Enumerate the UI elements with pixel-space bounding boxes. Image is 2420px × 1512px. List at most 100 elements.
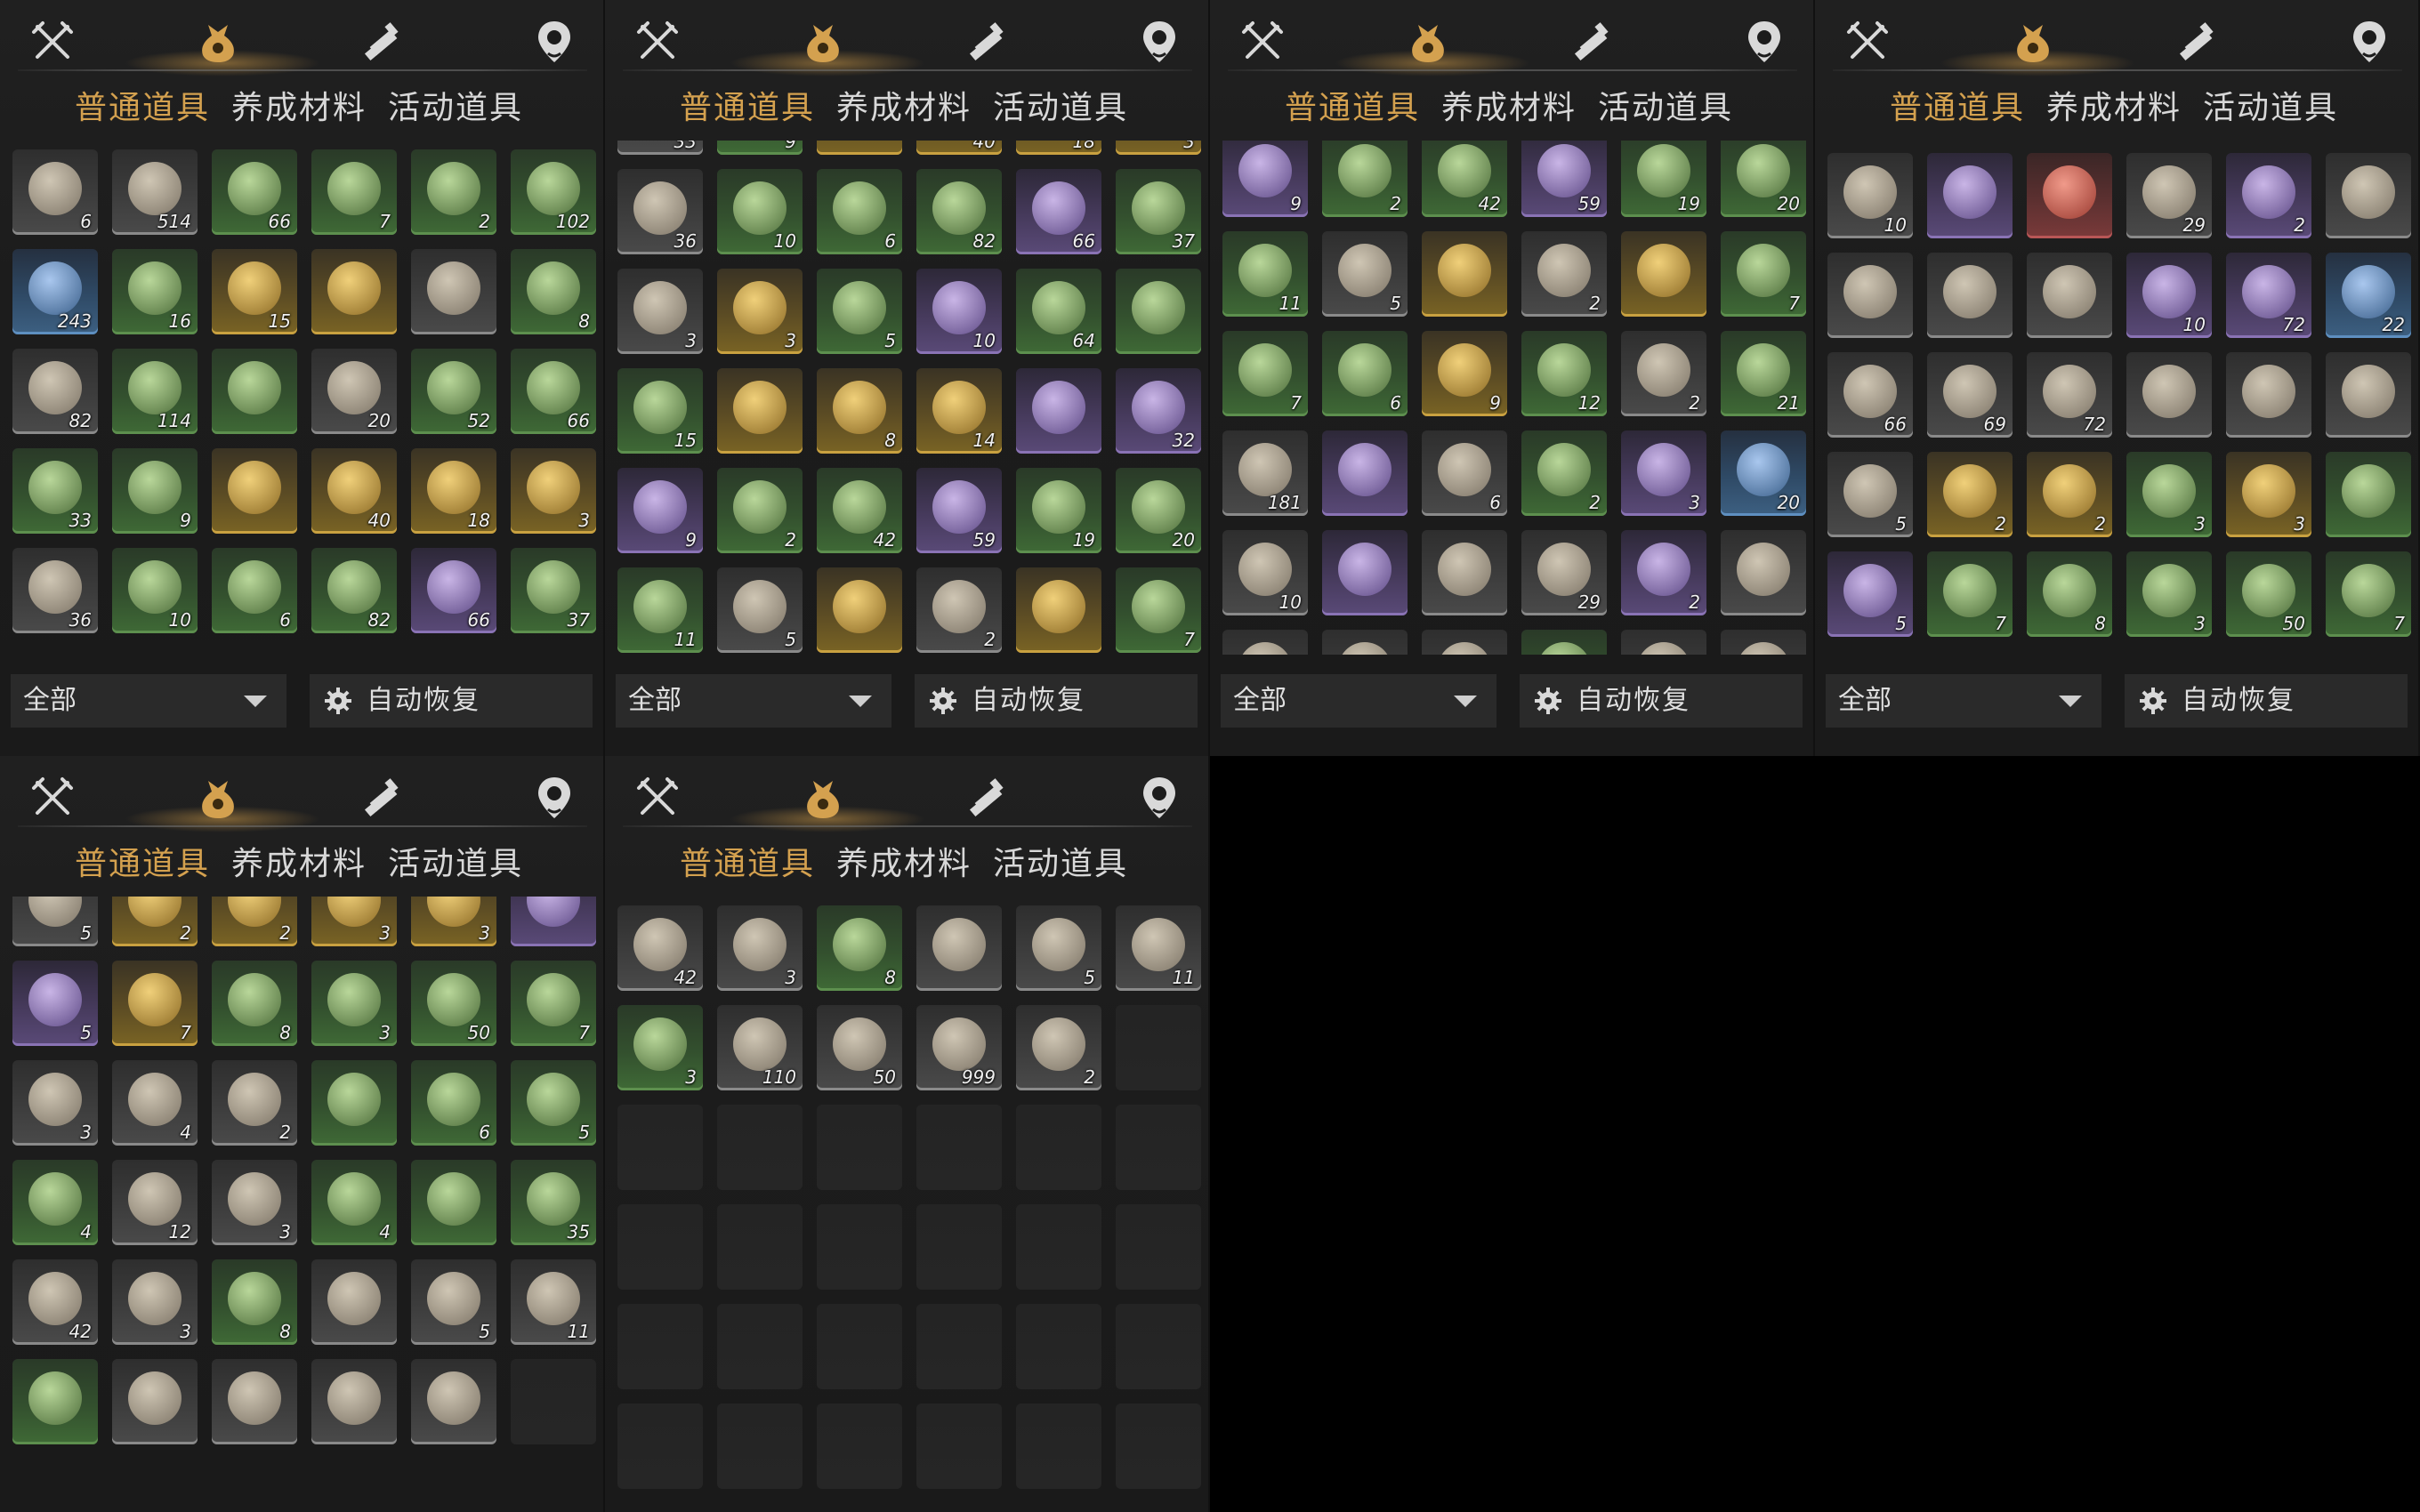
item-slot[interactable]: 29 bbox=[1521, 530, 1607, 615]
tab-event-items[interactable]: 活动道具 bbox=[388, 82, 523, 135]
item-slot[interactable] bbox=[411, 1160, 496, 1245]
item-slot[interactable]: 6 bbox=[12, 149, 98, 235]
item-slot[interactable] bbox=[2027, 253, 2112, 338]
item-slot[interactable]: 42 bbox=[1422, 141, 1507, 217]
item-slot[interactable]: 3 bbox=[2226, 452, 2311, 537]
item-slot[interactable]: 110 bbox=[717, 1005, 803, 1090]
item-slot[interactable]: 4 bbox=[311, 1160, 397, 1245]
item-slot[interactable]: 40 bbox=[311, 448, 397, 534]
item-slot[interactable]: 9 bbox=[1422, 331, 1507, 416]
item-slot[interactable]: 3 bbox=[12, 1060, 98, 1146]
item-slot[interactable] bbox=[817, 141, 902, 155]
item-slot[interactable]: 64 bbox=[1016, 269, 1101, 354]
item-slot[interactable]: 2 bbox=[2027, 452, 2112, 537]
item-slot[interactable]: 181 bbox=[1222, 430, 1308, 516]
item-slot[interactable]: 82 bbox=[311, 548, 397, 633]
item-slot[interactable]: 11 bbox=[1116, 905, 1201, 991]
item-slot[interactable] bbox=[212, 448, 297, 534]
item-slot[interactable] bbox=[411, 249, 496, 334]
item-slot[interactable]: 2 bbox=[212, 897, 297, 946]
money-pouch-icon[interactable] bbox=[1404, 18, 1452, 66]
item-slot[interactable]: 72 bbox=[2226, 253, 2311, 338]
item-slot[interactable] bbox=[1422, 231, 1507, 317]
item-slot[interactable]: 3 bbox=[311, 961, 397, 1046]
item-slot[interactable]: 4 bbox=[112, 1060, 198, 1146]
item-slot[interactable]: 82 bbox=[916, 169, 1002, 254]
tab-event-items[interactable]: 活动道具 bbox=[993, 82, 1128, 135]
tab-common-items[interactable]: 普通道具 bbox=[75, 82, 210, 135]
item-slot[interactable]: 2 bbox=[112, 897, 198, 946]
item-slot[interactable] bbox=[2326, 452, 2411, 537]
map-pin-icon[interactable] bbox=[530, 18, 578, 66]
item-slot[interactable]: 10 bbox=[1827, 153, 1913, 238]
item-slot[interactable]: 5 bbox=[1016, 905, 1101, 991]
map-pin-icon[interactable] bbox=[1135, 18, 1183, 66]
item-slot[interactable]: 3 bbox=[617, 1005, 703, 1090]
money-pouch-icon[interactable] bbox=[2009, 18, 2057, 66]
item-slot[interactable] bbox=[2326, 153, 2411, 238]
item-slot[interactable]: 102 bbox=[511, 149, 596, 235]
item-slot[interactable] bbox=[411, 1359, 496, 1444]
item-slot[interactable]: 42 bbox=[617, 905, 703, 991]
map-pin-icon[interactable] bbox=[1135, 774, 1183, 822]
item-slot[interactable]: 66 bbox=[511, 349, 596, 434]
category-filter-dropdown[interactable]: 全部 bbox=[1221, 674, 1496, 728]
scroll-brush-icon[interactable] bbox=[359, 18, 407, 66]
item-slot[interactable]: 5 bbox=[12, 961, 98, 1046]
auto-restore-button[interactable]: 自动恢复 bbox=[915, 674, 1198, 728]
tab-common-items[interactable]: 普通道具 bbox=[680, 838, 815, 891]
tab-cultivation-materials[interactable]: 养成材料 bbox=[1441, 82, 1577, 135]
crossed-swords-icon[interactable] bbox=[1238, 18, 1287, 66]
item-slot[interactable]: 2 bbox=[1927, 452, 2013, 537]
item-slot[interactable]: 999 bbox=[916, 1005, 1002, 1090]
item-slot[interactable] bbox=[817, 567, 902, 653]
crossed-swords-icon[interactable] bbox=[633, 774, 682, 822]
item-slot[interactable]: 5 bbox=[1322, 231, 1408, 317]
item-slot[interactable]: 5 bbox=[1827, 551, 1913, 637]
item-slot[interactable]: 6 bbox=[1322, 331, 1408, 416]
tab-cultivation-materials[interactable]: 养成材料 bbox=[836, 82, 972, 135]
category-filter-dropdown[interactable]: 全部 bbox=[616, 674, 891, 728]
item-slot[interactable]: 32 bbox=[1116, 368, 1201, 454]
item-grid-viewport[interactable]: 1816232010292107222666972522335783507 bbox=[1815, 141, 2420, 655]
item-slot[interactable] bbox=[717, 368, 803, 454]
scroll-brush-icon[interactable] bbox=[359, 774, 407, 822]
item-slot[interactable] bbox=[1422, 630, 1507, 655]
item-slot[interactable]: 5 bbox=[1827, 452, 1913, 537]
item-slot[interactable]: 20 bbox=[1721, 141, 1806, 217]
item-slot[interactable]: 9 bbox=[717, 141, 803, 155]
money-pouch-icon[interactable] bbox=[799, 774, 847, 822]
item-slot[interactable]: 66 bbox=[1016, 169, 1101, 254]
item-slot[interactable] bbox=[212, 1359, 297, 1444]
item-slot[interactable]: 3 bbox=[717, 269, 803, 354]
category-filter-dropdown[interactable]: 全部 bbox=[1826, 674, 2101, 728]
item-slot[interactable]: 7 bbox=[1222, 331, 1308, 416]
item-slot[interactable]: 9 bbox=[617, 468, 703, 553]
tab-event-items[interactable]: 活动道具 bbox=[388, 838, 523, 891]
item-slot[interactable]: 7 bbox=[511, 961, 596, 1046]
item-slot[interactable]: 2 bbox=[717, 468, 803, 553]
item-slot[interactable]: 3 bbox=[2126, 452, 2212, 537]
tab-event-items[interactable]: 活动道具 bbox=[993, 838, 1128, 891]
item-slot[interactable]: 21 bbox=[1721, 331, 1806, 416]
item-slot[interactable]: 50 bbox=[817, 1005, 902, 1090]
item-grid-viewport[interactable]: 42 3 8 5 11 3 110 50 999 2 bbox=[605, 897, 1210, 1512]
item-slot[interactable]: 50 bbox=[2226, 551, 2311, 637]
item-slot[interactable]: 2 bbox=[1621, 530, 1706, 615]
item-slot[interactable]: 3 bbox=[617, 269, 703, 354]
scroll-brush-icon[interactable] bbox=[964, 774, 1012, 822]
item-slot[interactable] bbox=[2027, 153, 2112, 238]
crossed-swords-icon[interactable] bbox=[1843, 18, 1892, 66]
item-slot[interactable]: 10 bbox=[916, 269, 1002, 354]
auto-restore-button[interactable]: 自动恢复 bbox=[2125, 674, 2408, 728]
item-slot[interactable]: 11 bbox=[1222, 231, 1308, 317]
item-slot[interactable]: 7 bbox=[1927, 551, 2013, 637]
item-slot[interactable]: 66 bbox=[1827, 352, 1913, 438]
item-slot[interactable] bbox=[1322, 530, 1408, 615]
item-slot[interactable] bbox=[311, 1259, 397, 1345]
item-slot[interactable] bbox=[1016, 368, 1101, 454]
item-slot[interactable] bbox=[1621, 630, 1706, 655]
item-slot[interactable]: 14 bbox=[916, 368, 1002, 454]
map-pin-icon[interactable] bbox=[1740, 18, 1788, 66]
crossed-swords-icon[interactable] bbox=[28, 18, 77, 66]
